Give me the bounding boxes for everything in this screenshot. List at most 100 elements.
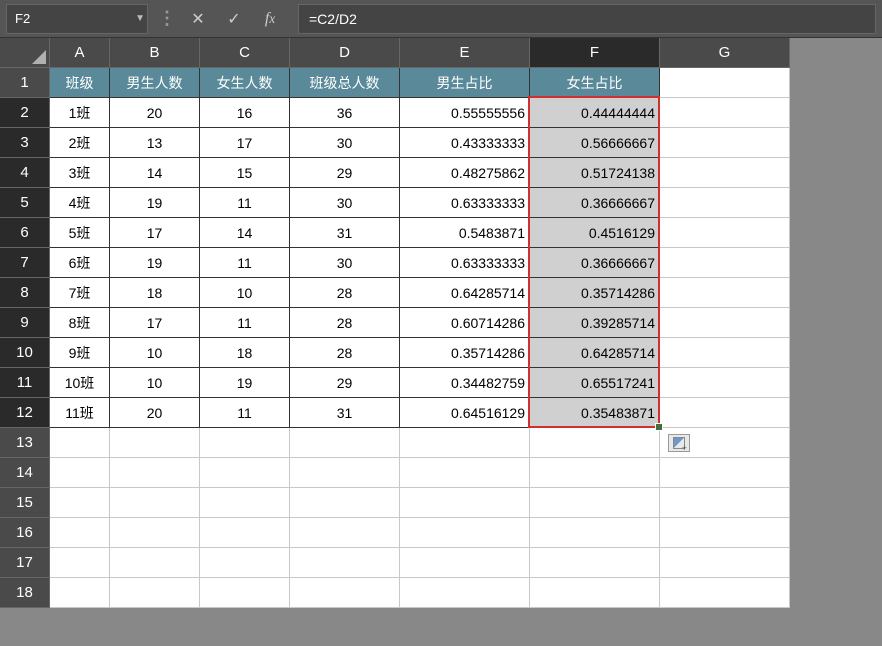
cell-F4[interactable]: 0.51724138	[530, 158, 660, 188]
row-header-12[interactable]: 12	[0, 398, 50, 428]
cell-D18[interactable]	[290, 578, 400, 608]
cell-G18[interactable]	[660, 578, 790, 608]
row-header-8[interactable]: 8	[0, 278, 50, 308]
cell-C7[interactable]: 11	[200, 248, 290, 278]
cell-A14[interactable]	[50, 458, 110, 488]
cell-G2[interactable]	[660, 98, 790, 128]
enter-formula-button[interactable]: ✓	[216, 9, 252, 29]
cell-G5[interactable]	[660, 188, 790, 218]
fill-handle[interactable]	[655, 423, 663, 431]
cell-D2[interactable]: 36	[290, 98, 400, 128]
cell-B12[interactable]: 20	[110, 398, 200, 428]
cell-A7[interactable]: 6班	[50, 248, 110, 278]
cell-D17[interactable]	[290, 548, 400, 578]
cell-G17[interactable]	[660, 548, 790, 578]
cell-C3[interactable]: 17	[200, 128, 290, 158]
cell-F6[interactable]: 0.4516129	[530, 218, 660, 248]
cancel-formula-button[interactable]: ✕	[180, 9, 216, 29]
formula-input[interactable]: =C2/D2	[298, 4, 876, 34]
cell-C13[interactable]	[200, 428, 290, 458]
cell-F1[interactable]: 女生占比	[530, 68, 660, 98]
cell-E9[interactable]: 0.60714286	[400, 308, 530, 338]
cell-A4[interactable]: 3班	[50, 158, 110, 188]
cell-D13[interactable]	[290, 428, 400, 458]
cell-A5[interactable]: 4班	[50, 188, 110, 218]
cell-C14[interactable]	[200, 458, 290, 488]
row-header-4[interactable]: 4	[0, 158, 50, 188]
cell-F5[interactable]: 0.36666667	[530, 188, 660, 218]
row-header-13[interactable]: 13	[0, 428, 50, 458]
cell-D15[interactable]	[290, 488, 400, 518]
cell-F2[interactable]: 0.44444444	[530, 98, 660, 128]
column-header-B[interactable]: B	[110, 38, 200, 68]
cell-A2[interactable]: 1班	[50, 98, 110, 128]
cell-E13[interactable]	[400, 428, 530, 458]
column-header-C[interactable]: C	[200, 38, 290, 68]
cell-E1[interactable]: 男生占比	[400, 68, 530, 98]
cell-E15[interactable]	[400, 488, 530, 518]
name-box-dropdown-icon[interactable]: ▼	[135, 13, 145, 24]
cell-C6[interactable]: 14	[200, 218, 290, 248]
cell-G9[interactable]	[660, 308, 790, 338]
cell-F16[interactable]	[530, 518, 660, 548]
cell-E11[interactable]: 0.34482759	[400, 368, 530, 398]
cell-G4[interactable]	[660, 158, 790, 188]
cell-G7[interactable]	[660, 248, 790, 278]
cell-D3[interactable]: 30	[290, 128, 400, 158]
cell-C12[interactable]: 11	[200, 398, 290, 428]
cell-F12[interactable]: 0.35483871	[530, 398, 660, 428]
row-header-14[interactable]: 14	[0, 458, 50, 488]
cell-A15[interactable]	[50, 488, 110, 518]
column-header-F[interactable]: F	[530, 38, 660, 68]
cell-A18[interactable]	[50, 578, 110, 608]
cell-B3[interactable]: 13	[110, 128, 200, 158]
cell-B5[interactable]: 19	[110, 188, 200, 218]
cell-G3[interactable]	[660, 128, 790, 158]
cell-B13[interactable]	[110, 428, 200, 458]
select-all-corner[interactable]	[0, 38, 50, 68]
cell-A11[interactable]: 10班	[50, 368, 110, 398]
cell-B11[interactable]: 10	[110, 368, 200, 398]
cell-F17[interactable]	[530, 548, 660, 578]
row-header-3[interactable]: 3	[0, 128, 50, 158]
cell-C5[interactable]: 11	[200, 188, 290, 218]
cell-G16[interactable]	[660, 518, 790, 548]
cell-C9[interactable]: 11	[200, 308, 290, 338]
cell-E10[interactable]: 0.35714286	[400, 338, 530, 368]
cell-A13[interactable]	[50, 428, 110, 458]
cell-D5[interactable]: 30	[290, 188, 400, 218]
cell-C1[interactable]: 女生人数	[200, 68, 290, 98]
cell-F3[interactable]: 0.56666667	[530, 128, 660, 158]
cell-F13[interactable]	[530, 428, 660, 458]
cell-C4[interactable]: 15	[200, 158, 290, 188]
cell-E5[interactable]: 0.63333333	[400, 188, 530, 218]
cell-A10[interactable]: 9班	[50, 338, 110, 368]
cell-D4[interactable]: 29	[290, 158, 400, 188]
row-header-17[interactable]: 17	[0, 548, 50, 578]
column-header-A[interactable]: A	[50, 38, 110, 68]
cell-D12[interactable]: 31	[290, 398, 400, 428]
row-header-5[interactable]: 5	[0, 188, 50, 218]
cell-A17[interactable]	[50, 548, 110, 578]
fx-button[interactable]: fx	[252, 10, 288, 28]
cell-E16[interactable]	[400, 518, 530, 548]
cell-D11[interactable]: 29	[290, 368, 400, 398]
cell-C17[interactable]	[200, 548, 290, 578]
cell-C11[interactable]: 19	[200, 368, 290, 398]
cell-A1[interactable]: 班级	[50, 68, 110, 98]
cell-G1[interactable]	[660, 68, 790, 98]
cell-G6[interactable]	[660, 218, 790, 248]
cell-B16[interactable]	[110, 518, 200, 548]
cell-A6[interactable]: 5班	[50, 218, 110, 248]
cell-B9[interactable]: 17	[110, 308, 200, 338]
cell-C15[interactable]	[200, 488, 290, 518]
cell-C2[interactable]: 16	[200, 98, 290, 128]
cell-D6[interactable]: 31	[290, 218, 400, 248]
cell-F14[interactable]	[530, 458, 660, 488]
cell-E17[interactable]	[400, 548, 530, 578]
row-header-11[interactable]: 11	[0, 368, 50, 398]
cell-E14[interactable]	[400, 458, 530, 488]
cell-B15[interactable]	[110, 488, 200, 518]
cell-B10[interactable]: 10	[110, 338, 200, 368]
cell-F10[interactable]: 0.64285714	[530, 338, 660, 368]
